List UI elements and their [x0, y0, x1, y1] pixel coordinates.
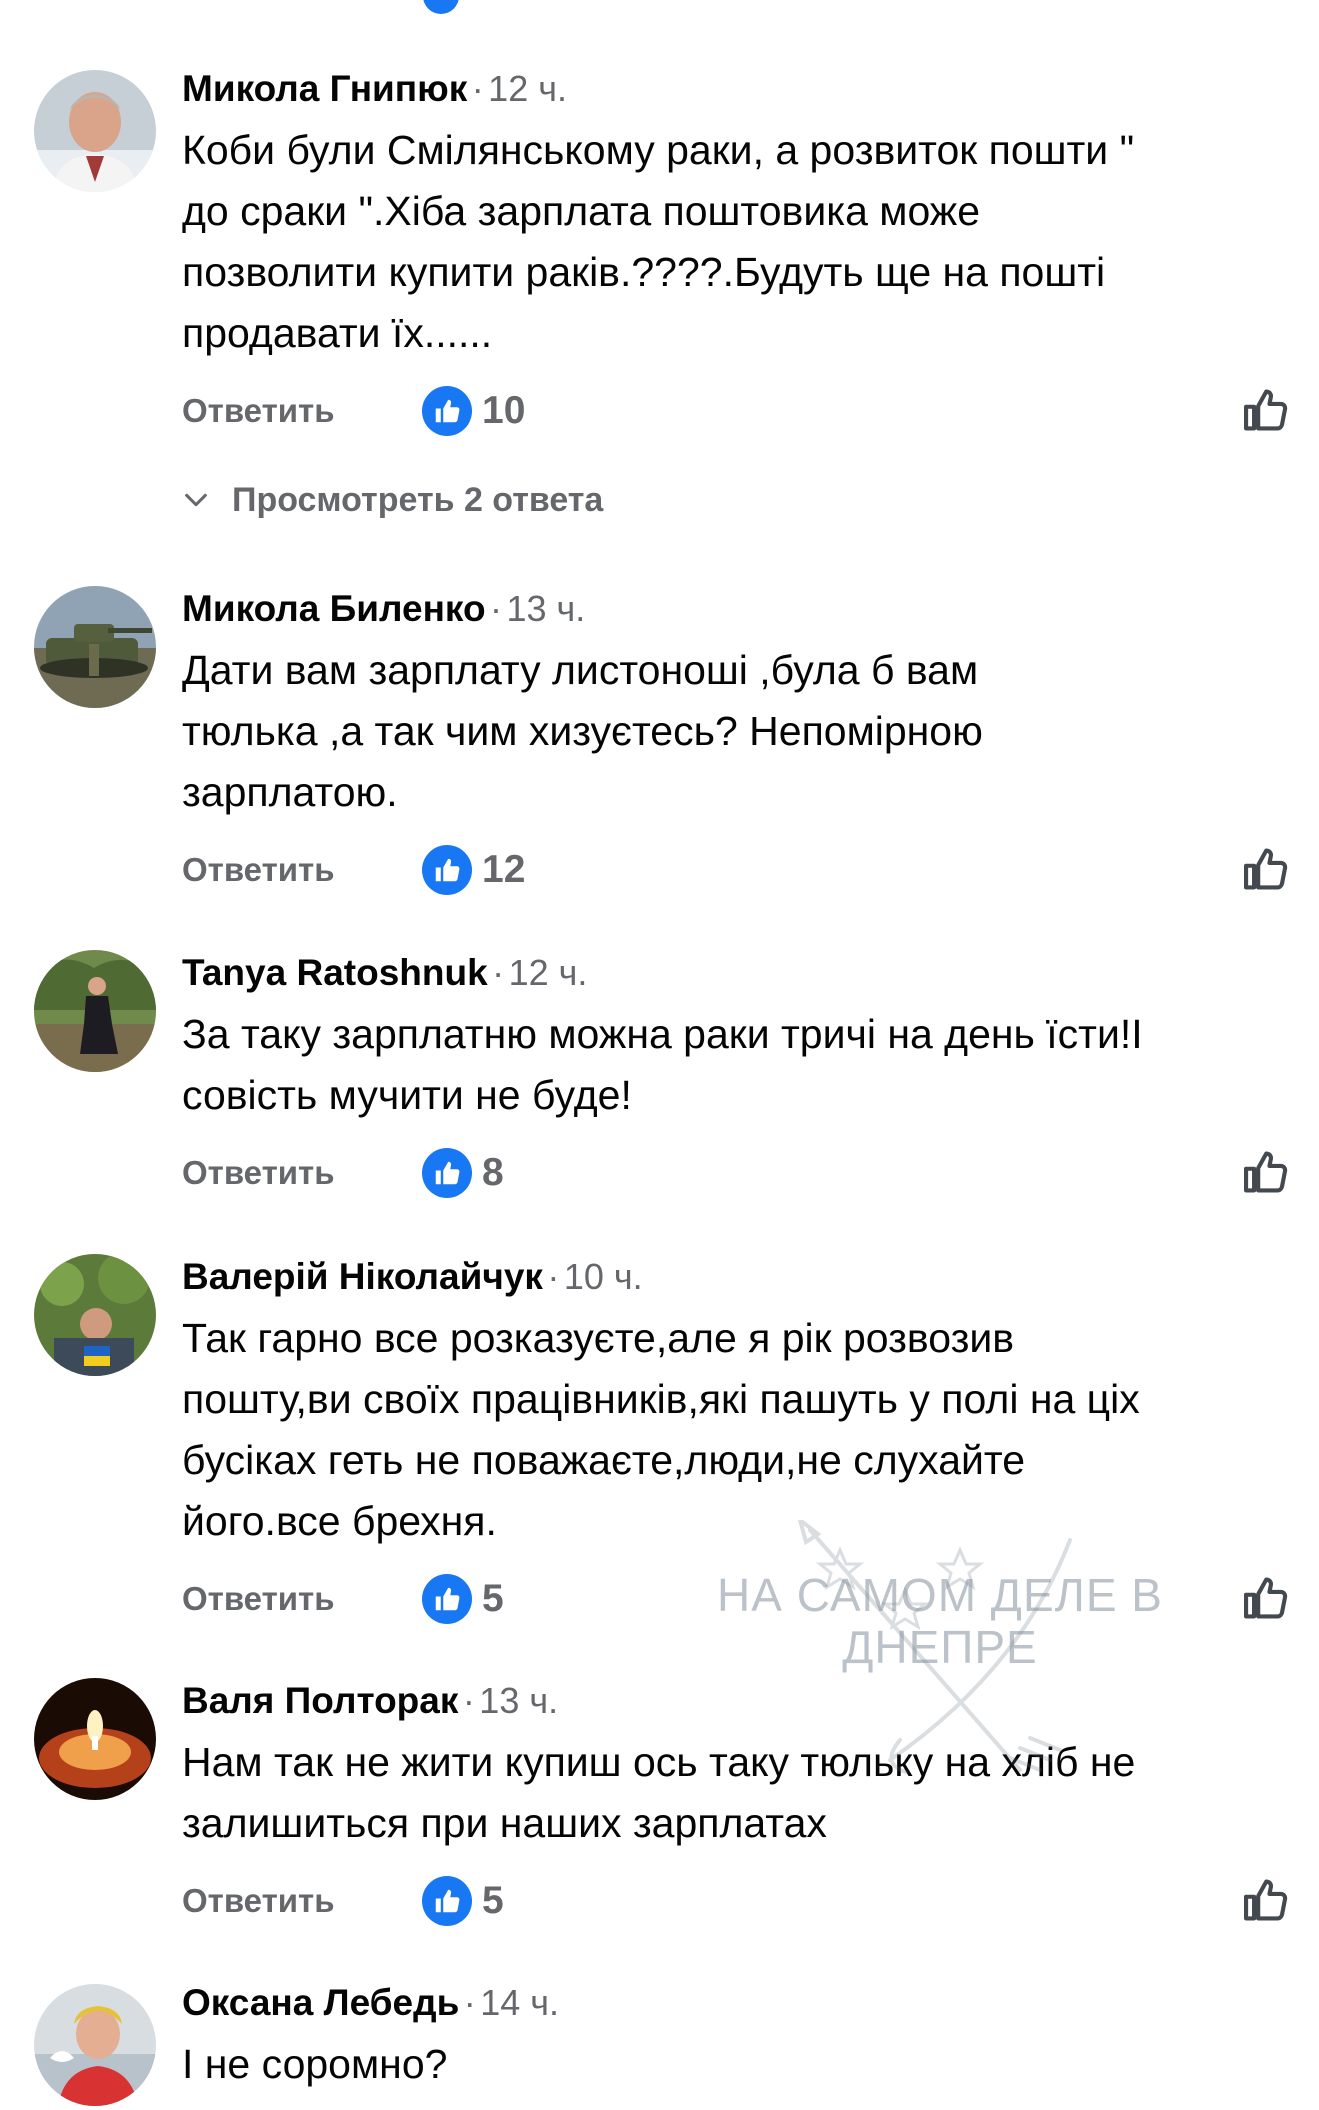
- comment-text-line: зарплатою.: [182, 769, 398, 815]
- comment-text-line: Дати вам зарплату листоноші ,була б вам: [182, 647, 979, 693]
- time-separator: ·: [547, 1256, 560, 1297]
- reaction-summary[interactable]: 5: [422, 1574, 504, 1624]
- comment-actions: Ответить 8: [182, 1144, 1289, 1204]
- comment-text-line: бусіках геть не поважаєте,люди,не слухай…: [182, 1437, 1026, 1483]
- comment-time[interactable]: 13 ч.: [506, 588, 585, 629]
- like-reaction-icon: [422, 386, 472, 436]
- reaction-summary[interactable]: 10: [422, 386, 525, 436]
- like-reaction-icon: [422, 845, 472, 895]
- thumbs-up-outline-icon[interactable]: [1240, 843, 1292, 895]
- comment-text-line: пошту,ви своїх працівників,які пашуть у …: [182, 1376, 1140, 1422]
- comment-author[interactable]: Микола Гнипюк: [182, 68, 467, 109]
- comment-time[interactable]: 14 ч.: [480, 1982, 559, 2023]
- like-count: 5: [482, 1577, 504, 1620]
- comment-text-line: Так гарно все розказуєте,але я рік розво…: [182, 1315, 1015, 1361]
- comment-text-line: залишиться при наших зарплатах: [182, 1800, 827, 1846]
- comment-time[interactable]: 12 ч.: [509, 952, 588, 993]
- reply-button[interactable]: Ответить: [182, 851, 335, 889]
- comment-text-line: За таку зарплатню можна раки тричі на де…: [182, 1011, 1143, 1057]
- avatar[interactable]: [34, 950, 156, 1072]
- time-separator: ·: [471, 68, 484, 109]
- comment-actions: Ответить 5: [182, 1872, 1289, 1932]
- avatar[interactable]: [34, 1678, 156, 1800]
- comment-time[interactable]: 13 ч.: [479, 1680, 558, 1721]
- view-replies-label: Просмотреть 2 ответа: [232, 480, 604, 519]
- view-replies-button[interactable]: Просмотреть 2 ответа: [182, 478, 603, 522]
- time-separator: ·: [492, 952, 505, 993]
- comment-text-line: позволити купити раків.????.Будуть ще на…: [182, 249, 1106, 295]
- time-separator: ·: [462, 1680, 475, 1721]
- thumbs-up-outline-icon[interactable]: [1240, 384, 1292, 436]
- comment-text: Коби були Смілянському раки, а розвиток …: [182, 120, 1289, 364]
- comment-author[interactable]: Микола Биленко: [182, 588, 486, 629]
- watermark-text: ДНЕПРЕ: [842, 1621, 1038, 1673]
- comment-author[interactable]: Оксана Лебедь: [182, 1982, 459, 2023]
- comment-text-line: продавати їх......: [182, 310, 493, 356]
- comment-author[interactable]: Валя Полторак: [182, 1680, 458, 1721]
- avatar[interactable]: [34, 1254, 156, 1376]
- comment-text: І не соромно?: [182, 2034, 1289, 2095]
- thumbs-up-outline-icon[interactable]: [1240, 1874, 1292, 1926]
- reply-button[interactable]: Ответить: [182, 392, 335, 430]
- time-separator: ·: [463, 1982, 476, 2023]
- chevron-down-icon: [185, 493, 207, 507]
- like-reaction-icon: [422, 1148, 472, 1198]
- like-count: 10: [482, 389, 526, 432]
- comment-time[interactable]: 10 ч.: [564, 1256, 643, 1297]
- avatar[interactable]: [34, 70, 156, 192]
- like-count: 8: [482, 1151, 504, 1194]
- reaction-summary[interactable]: 12: [422, 845, 525, 895]
- comment-text-line: Коби були Смілянському раки, а розвиток …: [182, 127, 1135, 173]
- comment-text: Дати вам зарплату листоноші ,була б вам …: [182, 640, 1289, 823]
- reaction-summary[interactable]: 8: [422, 1148, 504, 1198]
- avatar[interactable]: [34, 586, 156, 708]
- comment-text-line: І не соромно?: [182, 2041, 448, 2087]
- comment-author[interactable]: Валерій Ніколайчук: [182, 1256, 543, 1297]
- time-separator: ·: [490, 588, 503, 629]
- comment-text-line: совість мучити не буде!: [182, 1072, 632, 1118]
- comment-text-line: тюлька ,а так чим хизуєтесь? Непомірною: [182, 708, 983, 754]
- reaction-dot: [423, 0, 459, 14]
- reaction-summary[interactable]: 5: [422, 1876, 504, 1926]
- reply-button[interactable]: Ответить: [182, 1882, 335, 1920]
- comment-text-line: до сраки ".Хіба зарплата поштовика може: [182, 188, 981, 234]
- like-count: 12: [482, 848, 526, 891]
- comment-text: Так гарно все розказуєте,але я рік розво…: [182, 1308, 1289, 1552]
- comment-author[interactable]: Tanya Ratoshnuk: [182, 952, 488, 993]
- comment-actions: Ответить 10: [182, 382, 1289, 442]
- comment-time[interactable]: 12 ч.: [488, 68, 567, 109]
- avatar[interactable]: [34, 1984, 156, 2106]
- reply-button[interactable]: Ответить: [182, 1580, 335, 1618]
- thumbs-up-outline-icon[interactable]: [1240, 1146, 1292, 1198]
- like-reaction-icon: [422, 1876, 472, 1926]
- comment-actions: Ответить 12: [182, 841, 1289, 901]
- comment-text: За таку зарплатню можна раки тричі на де…: [182, 1004, 1289, 1126]
- watermark-text: НА САМОМ ДЕЛЕ В: [717, 1569, 1163, 1621]
- like-reaction-icon: [422, 1574, 472, 1624]
- reply-button[interactable]: Ответить: [182, 1154, 335, 1192]
- thumbs-up-outline-icon[interactable]: [1240, 1572, 1292, 1624]
- like-count: 5: [482, 1879, 504, 1922]
